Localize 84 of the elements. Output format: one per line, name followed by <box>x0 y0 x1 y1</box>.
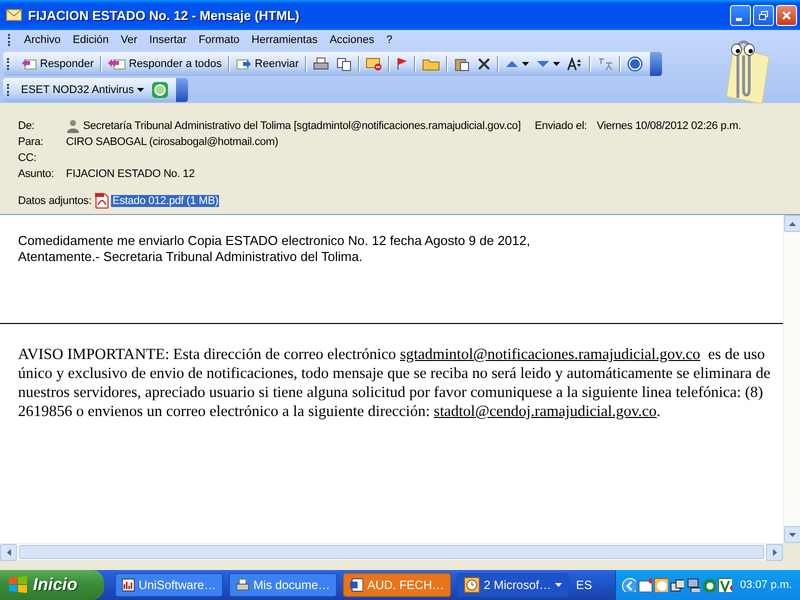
menu-item[interactable]: ? <box>380 32 398 48</box>
notice-paragraph: AVISO IMPORTANTE: Esta dirección de correo electrónico sgtadmintol@notificaciones.ramajudicial.gov.co es de uso único y exclusivo de envio de notificaciones, todo mensaje que se reciba no será leido y automáticamente se eliminara de nuestros servidores, apreciado usuario si tiene alguna solicitud por favor comuniquese a la siguiente linea telefónica: (8) 2619856 o envienos un correo electrónico a la siguiente dirección: stadtol@cendoj.ramajudicial.gov.co. <box>18 345 772 421</box>
clock-icon <box>464 577 480 593</box>
left-arrow-icon <box>6 549 10 556</box>
attachment-link[interactable]: Estado 012.pdf (1 MB) <box>111 195 220 207</box>
caret-icon <box>552 62 560 66</box>
flag-icon <box>396 57 408 71</box>
field-label: Para: <box>18 136 44 148</box>
menu-item[interactable]: Insertar <box>143 32 193 48</box>
field-label: Asunto: <box>18 168 55 180</box>
field-value: FIJACION ESTADO No. 12 <box>66 168 195 180</box>
chevron-left-icon[interactable] <box>622 578 636 592</box>
field-value: Secretaría Tribunal Administrativo del Tolima [sgtadmintol@notificaciones.ramajudicial.gov.co] <box>83 120 521 132</box>
document-icon <box>350 577 364 593</box>
field-label: Datos adjuntos: <box>18 195 92 207</box>
menu-item[interactable]: Archivo <box>18 32 67 48</box>
tray-icon[interactable] <box>718 578 732 592</box>
antivirus-icon <box>150 81 169 99</box>
down-arrow-icon <box>536 59 550 69</box>
antivirus-icon[interactable] <box>702 578 716 592</box>
field-label: Enviado el: <box>534 120 588 132</box>
minimize-button[interactable] <box>730 4 751 26</box>
up-arrow-icon <box>504 59 519 69</box>
menu-item[interactable]: Herramientas <box>246 32 324 48</box>
email-link[interactable]: stadtol@cendoj.ramajudicial.gov.co <box>434 403 657 420</box>
language-indicator[interactable]: ES <box>576 578 592 592</box>
caret-icon <box>555 583 562 587</box>
taskbar-button[interactable]: 2 Microsof… <box>457 573 569 597</box>
field-value: Viernes 10/08/2012 02:26 p.m. <box>596 120 742 132</box>
menu-item[interactable]: Edición <box>66 32 115 48</box>
down-arrow-icon <box>789 532 796 536</box>
window-title: FIJACION ESTADO No. 12 - Mensaje (HTML) <box>28 8 300 22</box>
envelope-blocked-icon <box>366 57 382 71</box>
taskbar-button[interactable]: UniSoftware… <box>115 573 223 597</box>
windows-logo-icon <box>8 576 28 594</box>
clipboard-icon <box>454 57 470 71</box>
help-icon <box>626 56 643 72</box>
reply-all-button[interactable]: Responder a todos <box>104 53 225 75</box>
menu-item[interactable]: Formato <box>192 32 246 48</box>
toolbar-options-button[interactable] <box>650 52 662 76</box>
email-link[interactable]: sgtadmintol@notificaciones.ramajudicial.gov.co <box>400 346 700 363</box>
forward-button[interactable]: Reenviar <box>232 53 302 75</box>
font-size-icon <box>566 57 583 71</box>
copy-icon <box>336 57 352 71</box>
close-icon <box>781 10 792 20</box>
forward-icon <box>236 57 252 71</box>
close-button[interactable] <box>776 4 797 26</box>
up-arrow-icon <box>789 222 796 226</box>
printer-icon <box>236 577 250 593</box>
printer-icon <box>312 57 329 71</box>
restore-button[interactable] <box>753 4 774 26</box>
caret-icon <box>136 88 144 92</box>
pdf-file-icon <box>95 193 110 209</box>
delete-icon <box>476 57 491 71</box>
scrollbar-corner <box>783 543 800 560</box>
start-button[interactable]: Inicio <box>0 570 104 600</box>
field-label: CC: <box>18 152 38 164</box>
network-icon[interactable] <box>686 578 700 592</box>
folder-icon <box>422 57 440 71</box>
reply-icon <box>21 57 37 71</box>
restore-icon <box>758 10 769 20</box>
field-label: De: <box>18 120 36 132</box>
horizontal-scrollbar[interactable] <box>0 543 783 560</box>
caret-icon <box>522 62 529 66</box>
clock: 03:07 p.m. <box>740 579 792 591</box>
app-icon <box>122 577 135 593</box>
vertical-scrollbar[interactable] <box>783 215 800 543</box>
menu-item[interactable]: Ver <box>114 32 144 48</box>
taskbar-button[interactable]: Mis docume… <box>229 573 337 597</box>
minimize-icon <box>736 18 742 20</box>
right-arrow-icon <box>772 549 776 556</box>
translate-icon <box>596 57 613 71</box>
menu-item[interactable]: Acciones <box>324 32 380 48</box>
message-line: Comedidamente me enviarlo Copia ESTADO electronico No. 12 fecha Agosto 9 de 2012, <box>18 233 532 249</box>
clock-icon[interactable] <box>654 578 668 592</box>
field-value: CIRO SABOGAL (cirosabogal@hotmail.com) <box>66 136 278 148</box>
reply-all-icon <box>108 57 126 71</box>
person-icon <box>66 119 80 133</box>
message-line: Atentamente.- Secretaria Tribunal Administrativo del Tolima. <box>18 249 364 265</box>
reply-button[interactable]: Responder <box>18 53 97 75</box>
envelope-icon <box>6 9 22 21</box>
network-icon[interactable] <box>670 578 684 592</box>
tray-icon[interactable] <box>638 578 652 592</box>
toolbar-options-button[interactable] <box>176 78 188 102</box>
